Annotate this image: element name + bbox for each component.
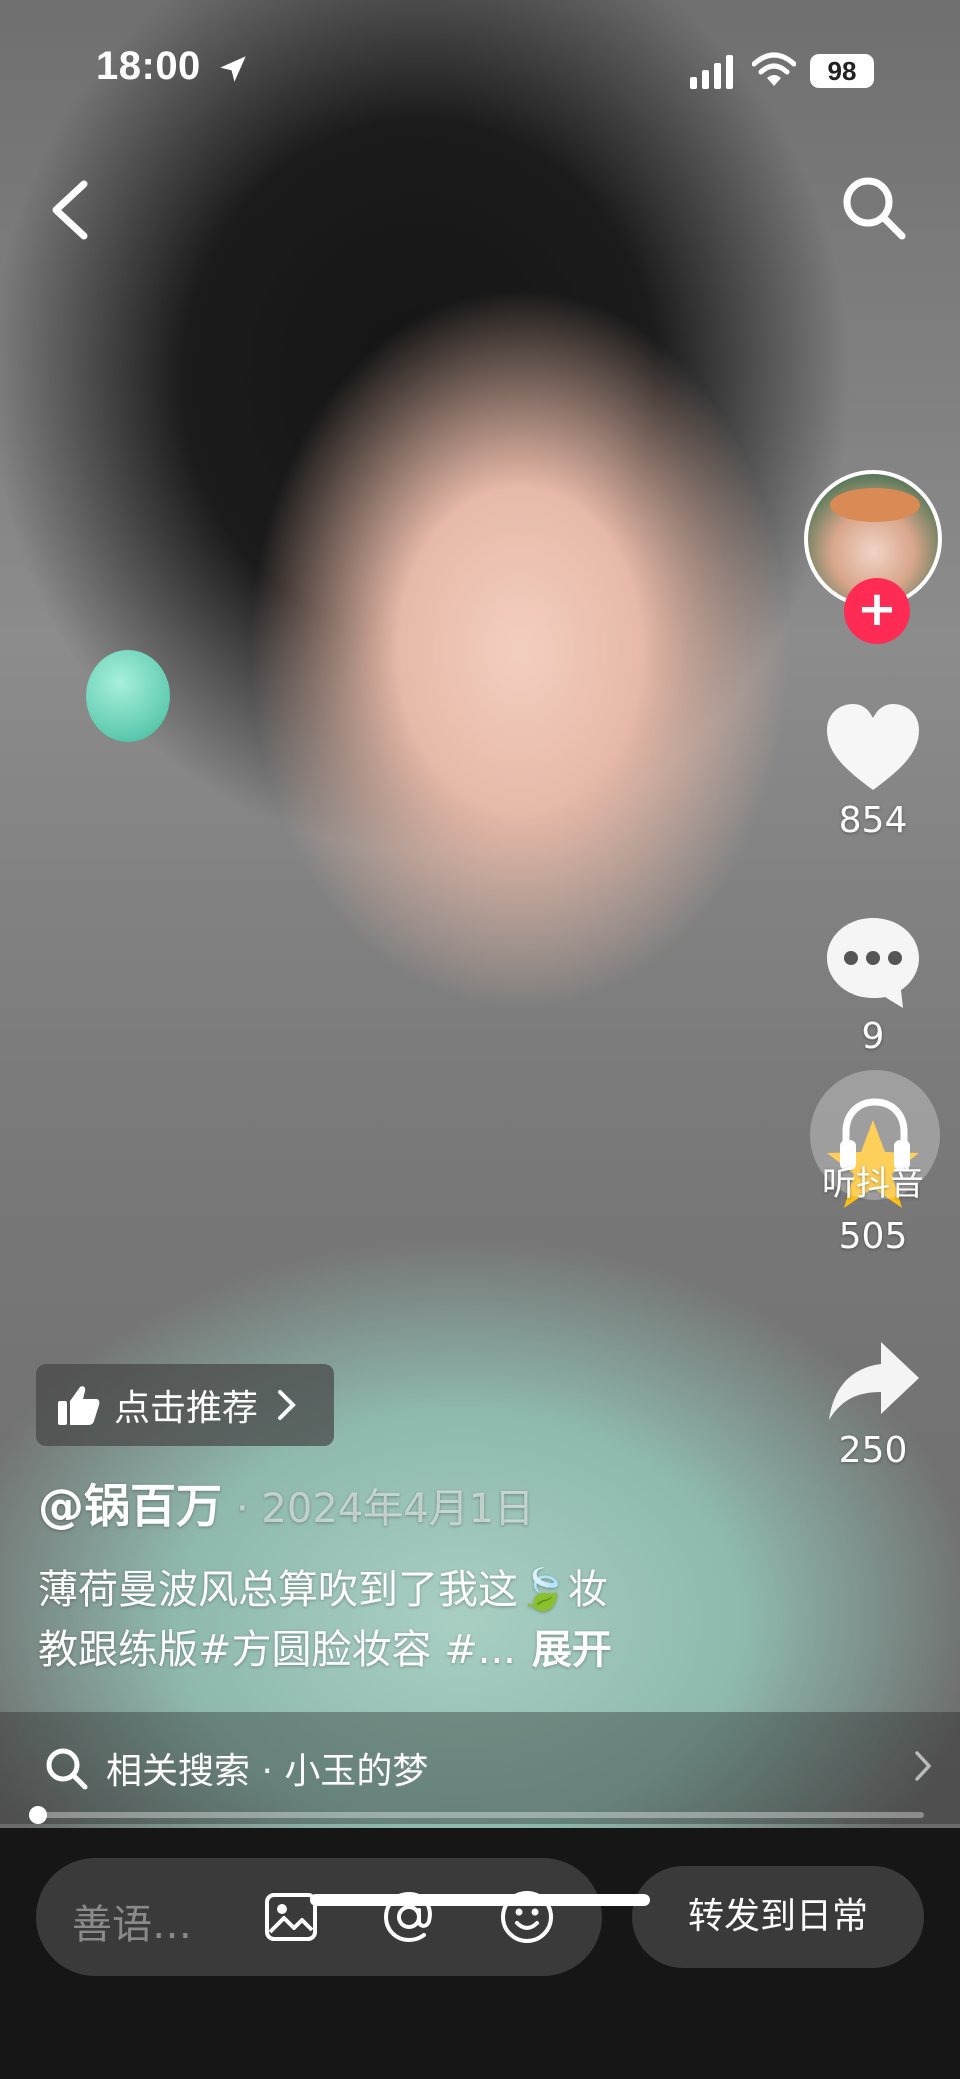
battery-indicator: 98 [810, 54, 874, 88]
comment-bubble-icon [827, 918, 919, 1008]
post-caption: 薄荷曼波风总算吹到了我这🍃妆 教跟练版#方圆脸妆容 #... 展开 [38, 1560, 758, 1680]
forward-to-daily-button[interactable]: 转发到日常 [632, 1866, 924, 1968]
comment-input[interactable]: 善语… [36, 1858, 602, 1976]
comment-count: 9 [861, 1016, 885, 1057]
caption-line-2-wrap: 教跟练版#方圆脸妆容 #... 展开 [38, 1620, 758, 1680]
like-button[interactable]: 854 [800, 702, 946, 841]
share-arrow-icon [829, 1342, 919, 1420]
author-avatar-wrap[interactable]: + [804, 470, 942, 644]
related-search-bar[interactable]: 相关搜索 · 小玉的梦 [0, 1712, 960, 1824]
like-count: 854 [838, 800, 908, 841]
back-arrow-icon[interactable] [44, 178, 96, 242]
recommend-label: 点击推荐 [114, 1388, 259, 1429]
bottom-bar: 善语… 转发到日常 [0, 1828, 960, 2079]
chevron-right-icon [915, 1751, 932, 1781]
cellular-signal-icon [690, 55, 733, 89]
share-count: 250 [838, 1430, 908, 1471]
heart-icon [827, 704, 919, 790]
search-icon [46, 1748, 88, 1790]
video-earring-detail [86, 650, 170, 742]
caption-line-2[interactable]: 教跟练版#方圆脸妆容 #... [38, 1627, 516, 1673]
status-time: 18:00 [96, 44, 201, 88]
listen-label[interactable]: 听抖音 [800, 1156, 946, 1205]
share-button[interactable]: 250 [800, 1338, 946, 1471]
author-line: @锅百万 · 2024年4月1日 [38, 1470, 534, 1536]
avatar-hat-detail [830, 488, 920, 522]
comment-placeholder: 善语… [72, 1902, 192, 1948]
expand-button[interactable]: 展开 [532, 1627, 612, 1673]
location-arrow-icon [220, 56, 246, 82]
chevron-right-icon [278, 1390, 296, 1420]
thumbs-up-icon [58, 1386, 100, 1425]
favorite-count: 505 [838, 1216, 908, 1257]
follow-plus-button[interactable]: + [844, 578, 910, 644]
recommend-button[interactable]: 点击推荐 [36, 1364, 334, 1446]
home-indicator[interactable] [310, 1894, 650, 1906]
comment-button[interactable]: 9 [800, 914, 946, 1057]
search-icon[interactable] [838, 172, 908, 242]
author-name[interactable]: @锅百万 [38, 1479, 222, 1533]
status-bar: 18:00 98 [0, 0, 960, 140]
related-search-text: 相关搜索 · 小玉的梦 [106, 1751, 429, 1792]
video-progress-bar[interactable] [29, 1806, 924, 1824]
caption-line-1: 薄荷曼波风总算吹到了我这🍃妆 [38, 1567, 608, 1613]
progress-scrubber-knob[interactable] [29, 1806, 47, 1824]
post-date: · 2024年4月1日 [236, 1486, 535, 1532]
wifi-icon [752, 52, 796, 86]
